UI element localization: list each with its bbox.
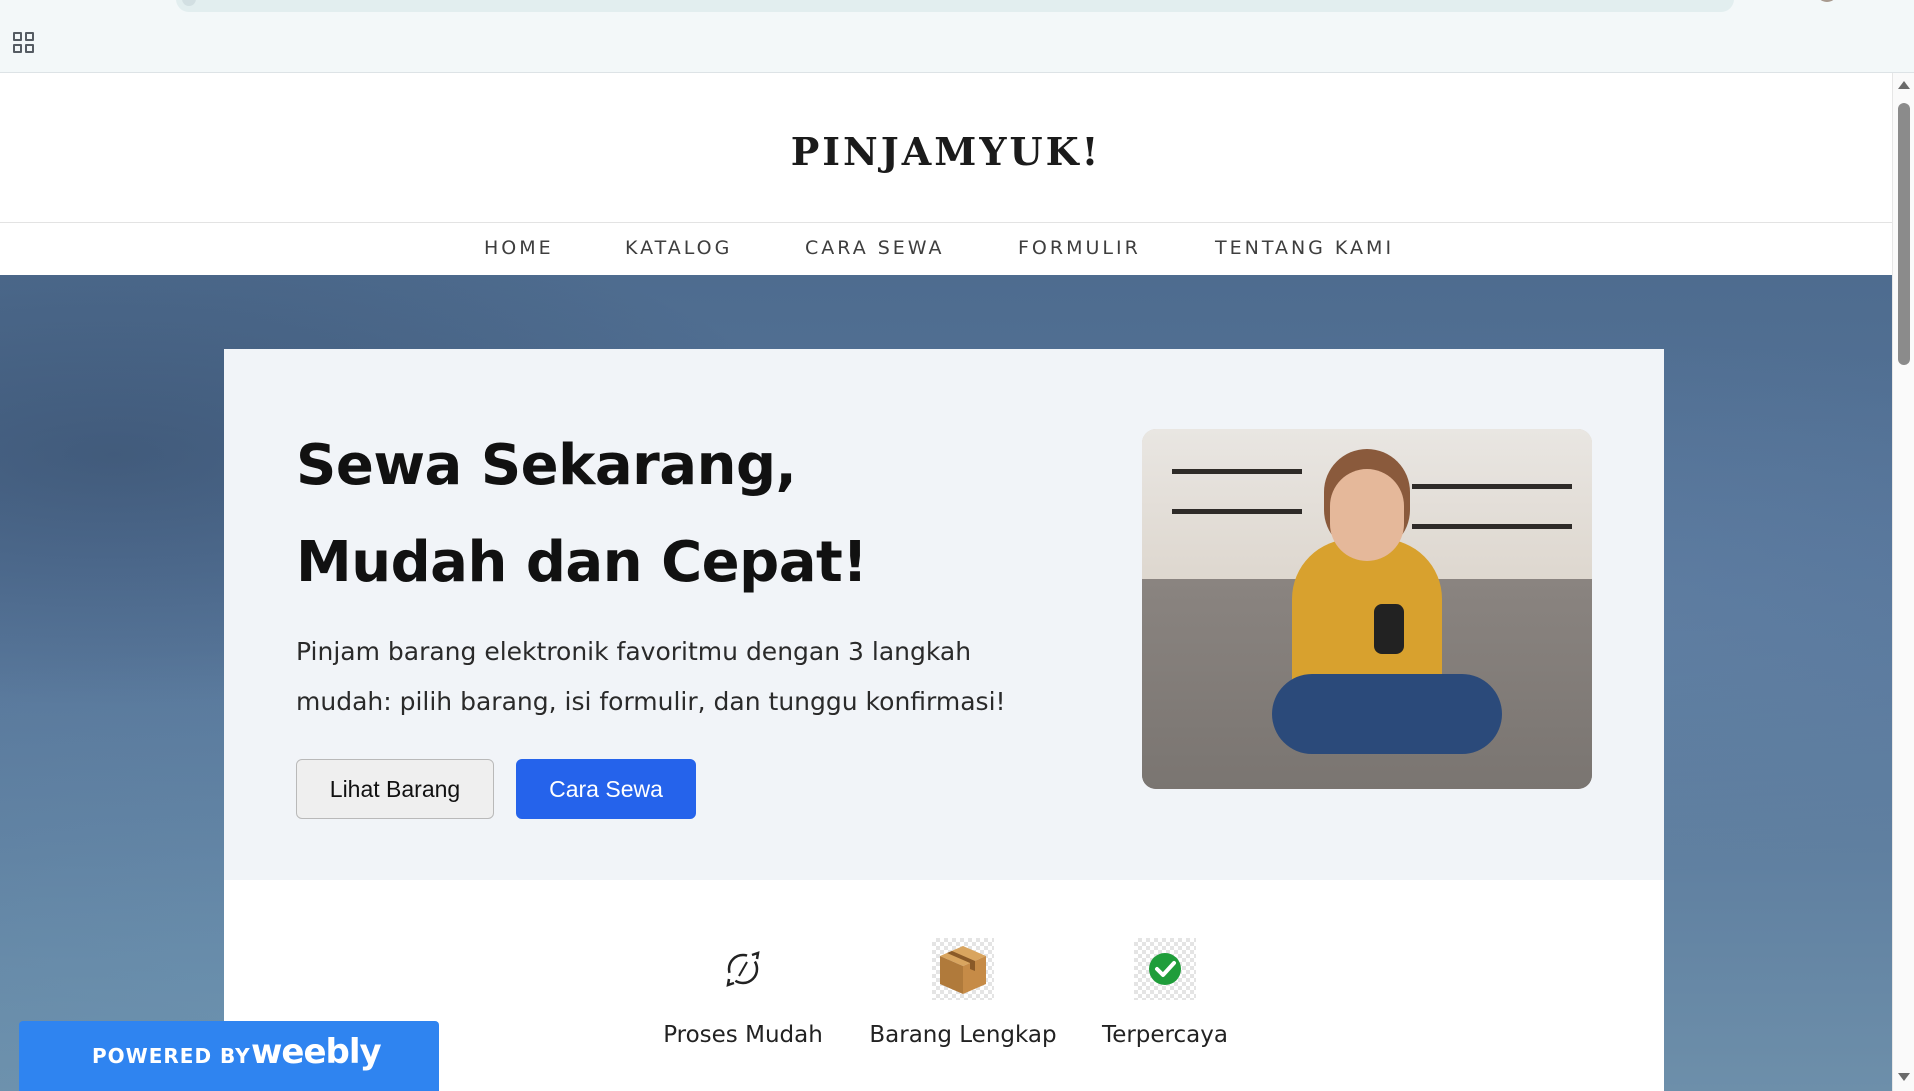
site-logo[interactable]: PINJAMYUK! [0,129,1892,174]
hero-description: Pinjam barang elektronik favoritmu denga… [296,637,1006,716]
nav-item-home[interactable]: HOME [480,237,556,281]
hero-image [1142,429,1592,789]
weebly-logo: weebly [251,1032,382,1072]
cara-sewa-button[interactable]: Cara Sewa [516,759,696,819]
feature-terpercaya: Terpercaya [1102,938,1228,1048]
address-bar[interactable] [176,0,1734,12]
powered-by-text: POWERED BY [92,1044,251,1068]
nav-item-tentang-kami[interactable]: TENTANG KAMI [1215,237,1394,259]
main-navigation: HOME KATALOG CARA SEWA FORMULIR TENTANG … [0,223,1892,281]
scrollbar-thumb[interactable] [1898,103,1910,365]
profile-avatar-icon[interactable] [1816,0,1838,2]
hero-title: Sewa Sekarang, Mudah dan Cepat! [296,433,868,595]
scroll-up-icon[interactable] [1898,81,1910,89]
game-controller-icon [1374,604,1404,654]
nav-item-katalog[interactable]: KATALOG [625,237,732,259]
scroll-down-icon[interactable] [1898,1073,1910,1081]
feature-proses-mudah: Proses Mudah [663,938,823,1048]
nav-item-formulir[interactable]: FORMULIR [1018,237,1141,259]
hero-section: Sewa Sekarang, Mudah dan Cepat! Pinjam b… [224,349,1664,880]
green-check-icon [1134,938,1196,1000]
powered-by-weebly-badge[interactable]: POWERED BY weebly [19,1021,439,1091]
lihat-barang-button[interactable]: Lihat Barang [296,759,494,819]
refresh-cycle-icon [712,938,774,1000]
feature-barang-lengkap: Barang Lengkap [869,938,1057,1048]
nav-item-cara-sewa[interactable]: CARA SEWA [805,237,945,259]
vertical-scrollbar[interactable] [1892,73,1914,1091]
package-box-icon [932,938,994,1000]
site-info-icon[interactable] [182,0,196,6]
site-header: PINJAMYUK! [0,73,1892,223]
features-section: Proses Mudah Barang Lengkap Terpercaya [224,880,1664,1091]
apps-grid-icon[interactable] [13,32,37,56]
browser-chrome [0,0,1914,73]
feature-label: Terpercaya [1102,1022,1228,1048]
